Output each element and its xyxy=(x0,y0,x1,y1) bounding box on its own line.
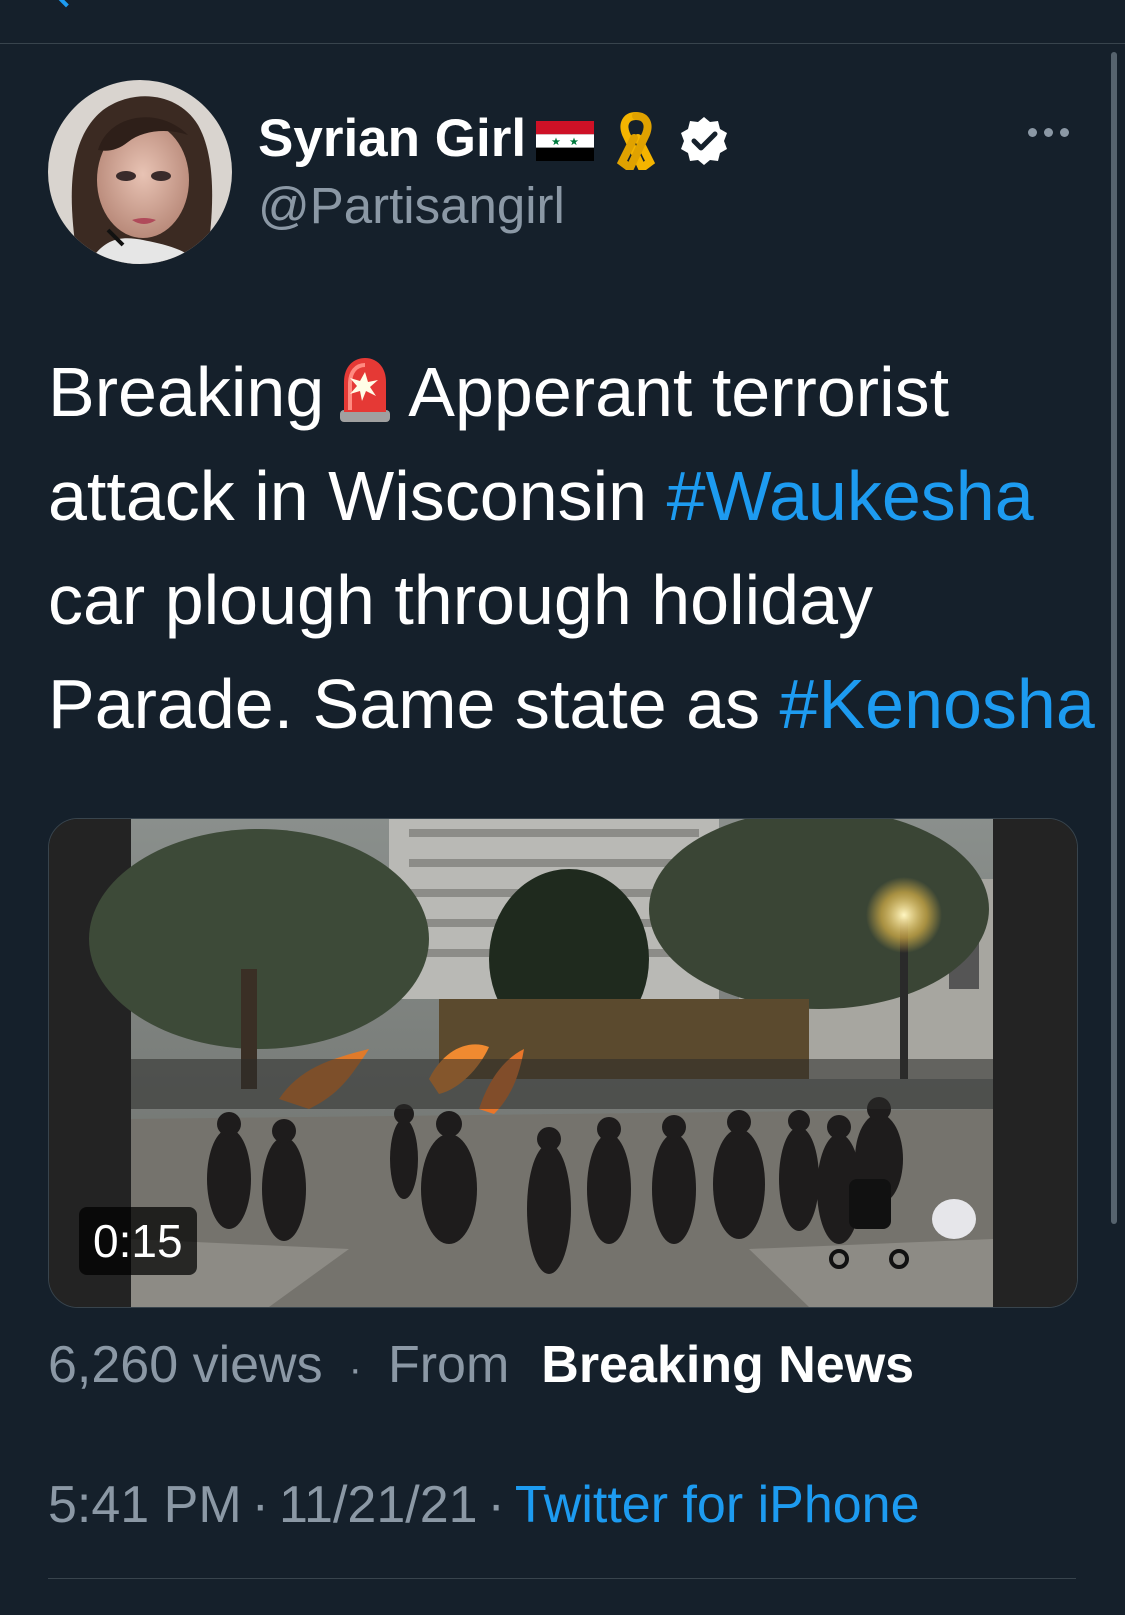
hashtag-link[interactable]: #Kenosha xyxy=(780,665,1095,743)
view-count: 6,260 views xyxy=(48,1336,323,1394)
rotating-light-icon xyxy=(336,348,394,452)
yellow-ribbon-icon xyxy=(616,112,656,170)
tweet-source-link[interactable]: Twitter for iPhone xyxy=(515,1476,920,1534)
tweet-line: Parade. Same state as #Kenosha xyxy=(48,665,1095,743)
author-display-name[interactable]: Syrian Girl xyxy=(258,108,526,170)
scrollbar[interactable] xyxy=(1111,52,1117,1224)
top-navigation-bar xyxy=(0,0,1125,44)
separator: · xyxy=(348,1347,362,1391)
more-options-icon[interactable] xyxy=(1028,128,1069,137)
video-duration-badge: 0:15 xyxy=(79,1207,197,1275)
divider xyxy=(48,1578,1076,1579)
back-arrow-icon[interactable] xyxy=(54,0,78,8)
tweet-time[interactable]: 5:41 PM xyxy=(48,1476,242,1534)
from-label: From xyxy=(387,1336,510,1394)
video-thumbnail xyxy=(49,819,1077,1307)
video-player[interactable]: 0:15 xyxy=(48,818,1078,1308)
tweet-timestamp: 5:41 PM · 11/21/21 · Twitter for iPhone xyxy=(48,1474,920,1536)
avatar[interactable] xyxy=(48,80,232,264)
separator: · xyxy=(251,1476,269,1534)
video-meta: 6,260 views · From Breaking News xyxy=(48,1334,914,1400)
syria-flag-icon xyxy=(536,121,594,161)
tweet-line: attack in Wisconsin #Waukesha xyxy=(48,457,1034,535)
author-handle[interactable]: @Partisangirl xyxy=(258,175,565,237)
separator: · xyxy=(487,1476,505,1534)
tweet-text: Breaking Apperant terrorist attack in Wi… xyxy=(48,340,1108,756)
hashtag-link[interactable]: #Waukesha xyxy=(667,457,1034,535)
tweet-line: car plough through holiday xyxy=(48,561,874,639)
author-badges xyxy=(536,110,730,172)
source-channel-link[interactable]: Breaking News xyxy=(541,1336,914,1394)
tweet-date[interactable]: 11/21/21 xyxy=(279,1476,478,1534)
verified-badge-icon xyxy=(681,117,727,165)
tweet-line: Breaking Apperant terrorist xyxy=(48,340,1108,444)
